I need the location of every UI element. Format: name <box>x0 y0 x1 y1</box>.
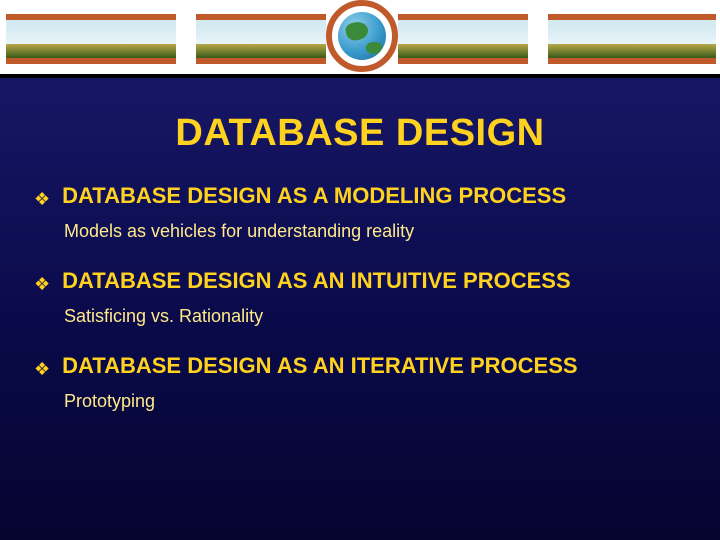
item-heading: DATABASE DESIGN AS AN ITERATIVE PROCESS <box>62 353 577 379</box>
banner-strip <box>548 14 716 64</box>
list-item: ❖ DATABASE DESIGN AS AN ITERATIVE PROCES… <box>34 353 686 412</box>
list-item: ❖ DATABASE DESIGN AS AN INTUITIVE PROCES… <box>34 268 686 327</box>
slide-title: DATABASE DESIGN <box>0 112 720 155</box>
banner-strip <box>196 14 326 64</box>
item-heading: DATABASE DESIGN AS AN INTUITIVE PROCESS <box>62 268 571 294</box>
item-subtext: Satisficing vs. Rationality <box>64 306 686 327</box>
bullet-icon: ❖ <box>34 185 50 213</box>
bullet-icon: ❖ <box>34 355 50 383</box>
item-subtext: Prototyping <box>64 391 686 412</box>
banner-strip <box>6 14 176 64</box>
item-subtext: Models as vehicles for understanding rea… <box>64 221 686 242</box>
item-heading: DATABASE DESIGN AS A MODELING PROCESS <box>62 183 566 209</box>
slide-content: ❖ DATABASE DESIGN AS A MODELING PROCESS … <box>34 183 686 412</box>
bullet-icon: ❖ <box>34 270 50 298</box>
globe-icon <box>324 0 400 84</box>
list-item: ❖ DATABASE DESIGN AS A MODELING PROCESS … <box>34 183 686 242</box>
banner-strip <box>398 14 528 64</box>
decorative-banner <box>0 0 720 78</box>
